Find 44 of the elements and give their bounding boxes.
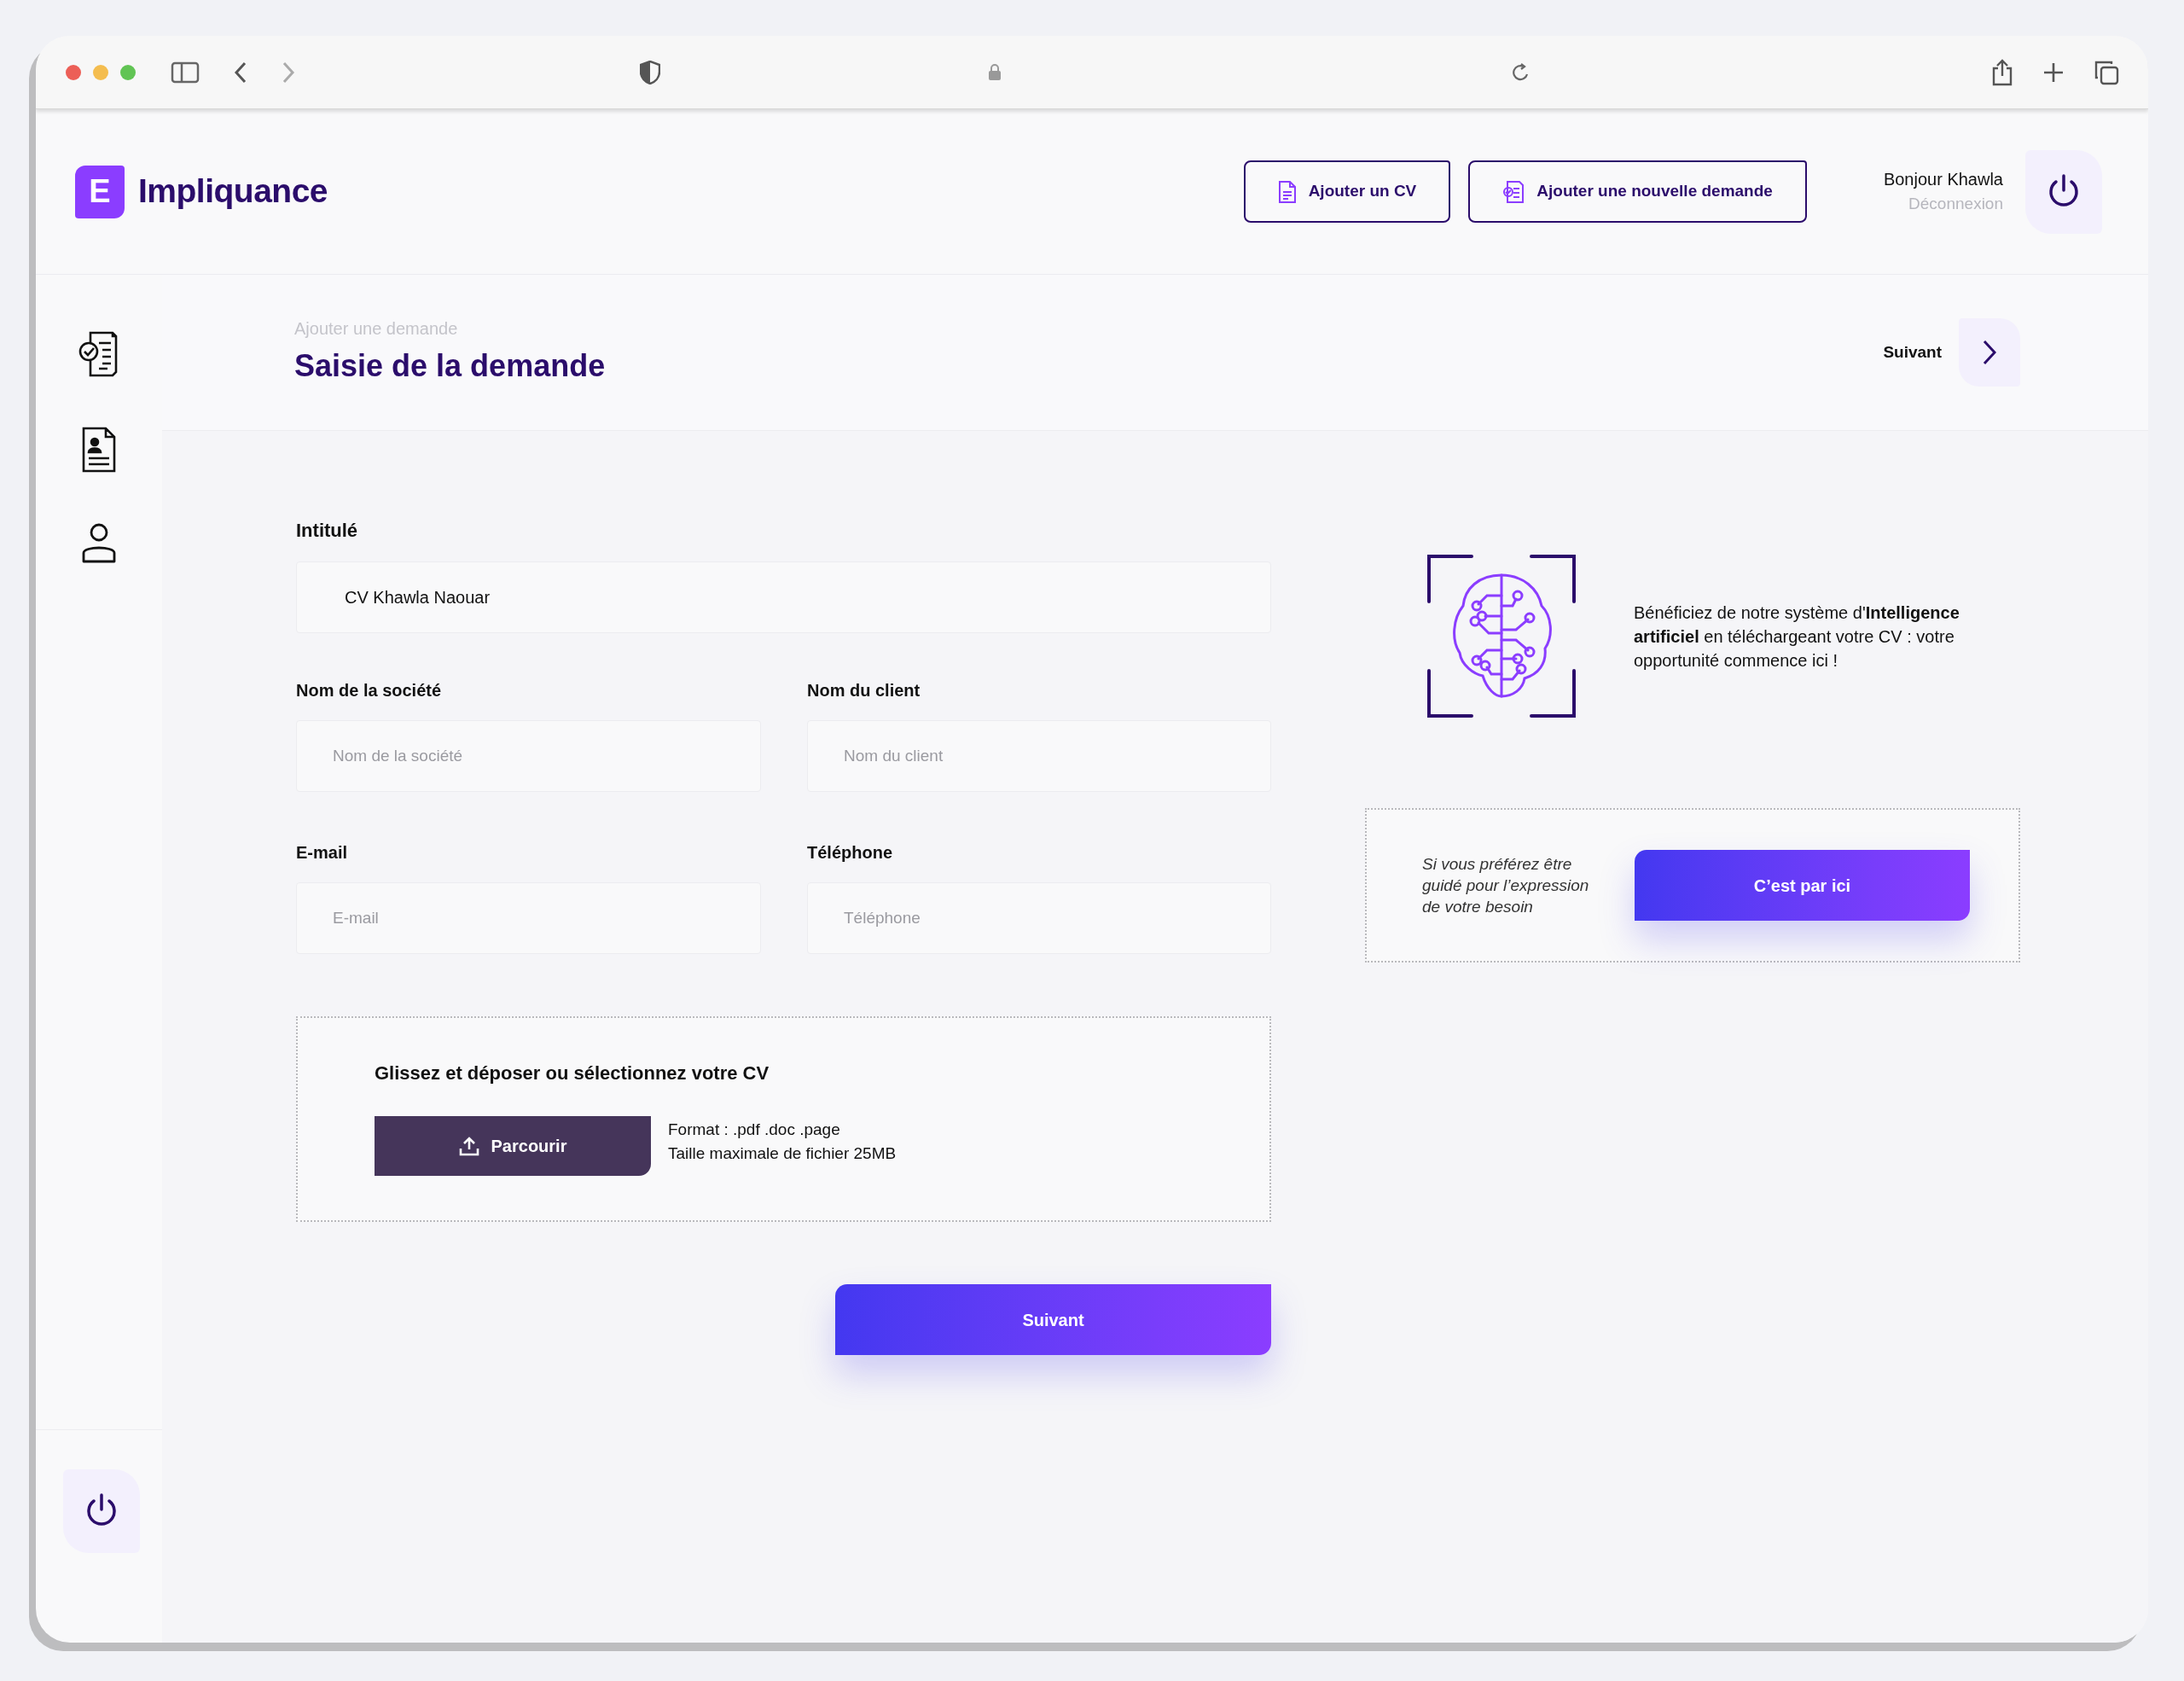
logo-badge: E <box>75 165 125 218</box>
input-field[interactable]: Téléphone <box>807 882 1271 954</box>
upload-heading: Glissez et déposer ou sélectionnez votre CV <box>375 1062 770 1085</box>
checklist-document-icon <box>1502 179 1525 204</box>
chevron-right-icon <box>1983 340 1996 365</box>
sidebar-toggle-icon[interactable] <box>171 61 200 84</box>
user-icon[interactable] <box>80 522 118 565</box>
guided-text: Si vous préférez être guidé pour l’expression de votre besoin <box>1422 854 1590 917</box>
profile-document-icon[interactable] <box>82 427 116 473</box>
input-field[interactable]: E-mail <box>296 882 761 954</box>
browse-button[interactable]: Parcourir <box>375 1116 651 1176</box>
field-label: Intitulé <box>296 519 359 543</box>
tabs-overview-icon[interactable] <box>2094 59 2119 85</box>
power-button[interactable] <box>2025 149 2102 234</box>
field-label: Nom de la société <box>296 680 443 701</box>
window-controls-icon[interactable] <box>65 63 136 81</box>
lock-icon <box>988 63 1002 81</box>
greeting: Bonjour Khawla <box>1883 169 2003 191</box>
next-label: Suivant <box>1883 341 1942 363</box>
document-icon <box>1277 179 1297 204</box>
add-cv-button[interactable]: Ajouter un CV <box>1243 160 1451 223</box>
submit-button[interactable]: Suivant <box>835 1284 1271 1355</box>
input-field[interactable]: Nom du client <box>807 720 1271 792</box>
share-icon[interactable] <box>1991 58 2013 86</box>
logo-name: Impliquance <box>138 172 328 212</box>
upload-info-text: Format : .pdf .doc .page <box>668 1120 841 1140</box>
upload-info-text: Taille maximale de fichier 25MB <box>668 1143 897 1164</box>
input-field[interactable]: Nom de la société <box>296 720 761 792</box>
reload-icon[interactable] <box>1512 61 1531 83</box>
field-label: E-mail <box>296 842 349 864</box>
add-request-button[interactable]: Ajouter une nouvelle demande <box>1468 160 1807 223</box>
guided-button[interactable]: C’est par ici <box>1635 850 1970 921</box>
field-label: Téléphone <box>807 842 893 864</box>
power-button[interactable] <box>63 1469 140 1553</box>
page-title: Saisie de la demande <box>294 347 606 385</box>
ai-promo-text: Bénéficiez de notre système d'Intelligence artificiel en téléchargeant votre CV : votre opportunité commence ici ! <box>1634 602 1960 672</box>
new-tab-icon[interactable] <box>2042 61 2065 84</box>
checklist-document-icon[interactable] <box>78 329 119 377</box>
back-icon[interactable] <box>234 61 247 84</box>
upload-dropzone[interactable]: Glissez et déposer ou sélectionnez votre CV Parcourir Format : .pdf .doc .page Taille maximale de fichier 25MB <box>296 1016 1271 1222</box>
title-input[interactable]: CV Khawla Naouar <box>296 561 1271 633</box>
field-label: Nom du client <box>807 680 921 701</box>
shield-icon[interactable] <box>640 60 660 84</box>
upload-icon <box>458 1136 479 1156</box>
